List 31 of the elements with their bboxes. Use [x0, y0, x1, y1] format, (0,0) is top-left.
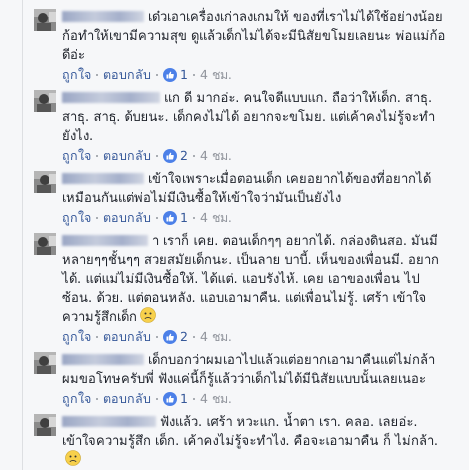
comment-text: เข้าใจเพราะเมื่อตอนเด็ก เคยอยากได้ของที่อยากได้เหมือนกันแต่พ่อไม่มีเงินซื้อให้เข้าใจว่ามันเป็นยังไง	[62, 170, 447, 208]
reaction-count[interactable]: 1	[180, 66, 188, 84]
like-link[interactable]: ถูกใจ	[62, 66, 91, 84]
comment-text: แก ดี มากอ่ะ. คนใจดีแบบแก. ถือว่าให้เด็ก. สาธุ. สาธุ. สาธุ. ด้บยนะ. เด็กคงไม่ได้ อยากจะขโมย. แต่เค้าคงไม่รู้จะทำยังไง.	[62, 89, 436, 146]
reaction-count[interactable]: 2	[180, 147, 188, 165]
timestamp: 4 ชม.	[200, 328, 232, 346]
reaction-count[interactable]: 2	[180, 328, 188, 346]
thumbs-up-icon[interactable]	[163, 68, 177, 82]
reply-link[interactable]: ตอบกลับ	[103, 147, 151, 165]
reply-link[interactable]: ตอบกลับ	[103, 209, 151, 227]
like-link[interactable]: ถูกใจ	[62, 390, 91, 408]
comment-text: า เราก็ เคย. ตอนเด็กๆๆ อยากได้. กล่องดินสอ. มันมีหลายๆๆชั้นๆๆ สวยสมัยเด็กนะ. เป็นลาย บาบี้. เห็นของเพื่อนมี. อยากได้. แต่แม่ไม่มีเงินซื้อให้. ได้แต่. แอบรังไห้. เคย เอาของเพื่อน ไปซ้อน. ด้วย. แต่ตอนหลัง. แอบเอามาคืน. แต่เพื่อนไม่รู้. เศร้า เข้าใจความรู้สึกเด็ก	[62, 232, 440, 327]
thumbs-up-icon[interactable]	[163, 392, 177, 406]
reply-link[interactable]: ตอบกลับ	[103, 390, 151, 408]
comment-text: เด๋วเอาเครื่องเก่าลงเกมให้ ของที่เราไม่ได้ใช้อย่างน้อยก้อทำให้เขามีความสุข ดูแล้วเด็กไม่ได้จะมีนิสัยขโมยเลยนะ พ่อแม่ก้อดีอ่ะ	[62, 8, 447, 65]
like-link[interactable]: ถูกใจ	[62, 147, 91, 165]
thumbs-up-icon[interactable]	[163, 211, 177, 225]
timestamp: 4 ชม.	[200, 209, 232, 227]
like-link[interactable]: ถูกใจ	[62, 328, 91, 346]
reaction-count[interactable]: 1	[180, 390, 188, 408]
thumbs-up-icon[interactable]	[163, 149, 177, 163]
timestamp: 4 ชม.	[200, 390, 232, 408]
thumbs-up-icon[interactable]	[163, 330, 177, 344]
comment-text: ฟังแล้ว. เศร้า หวะแก. น้ำตา เรา. คลอ. เลยอ่ะ. เข้าใจความรู้สึก เด็ก. เค้าคงไม่รู้จะทำไง. คือจะเอามาคืน ก็ ไม่กล้า.	[62, 413, 447, 470]
reaction-count[interactable]: 1	[180, 209, 188, 227]
reply-link[interactable]: ตอบกลับ	[103, 66, 151, 84]
timestamp: 4 ชม.	[200, 66, 232, 84]
like-link[interactable]: ถูกใจ	[62, 209, 91, 227]
timestamp: 4 ชม.	[200, 147, 232, 165]
reply-link[interactable]: ตอบกลับ	[103, 328, 151, 346]
comment-text: เด็กบอกว่าผมเอาไปแล้วแต่อยากเอามาคืนแต่ไม่กล้า ผมขอโทษครับพี่ ฟังแค่นี้ก็รู้แล้วว่าเด็กไม่ได้มีนิสัยแบบนั้นเลยเนอะ	[62, 351, 436, 389]
